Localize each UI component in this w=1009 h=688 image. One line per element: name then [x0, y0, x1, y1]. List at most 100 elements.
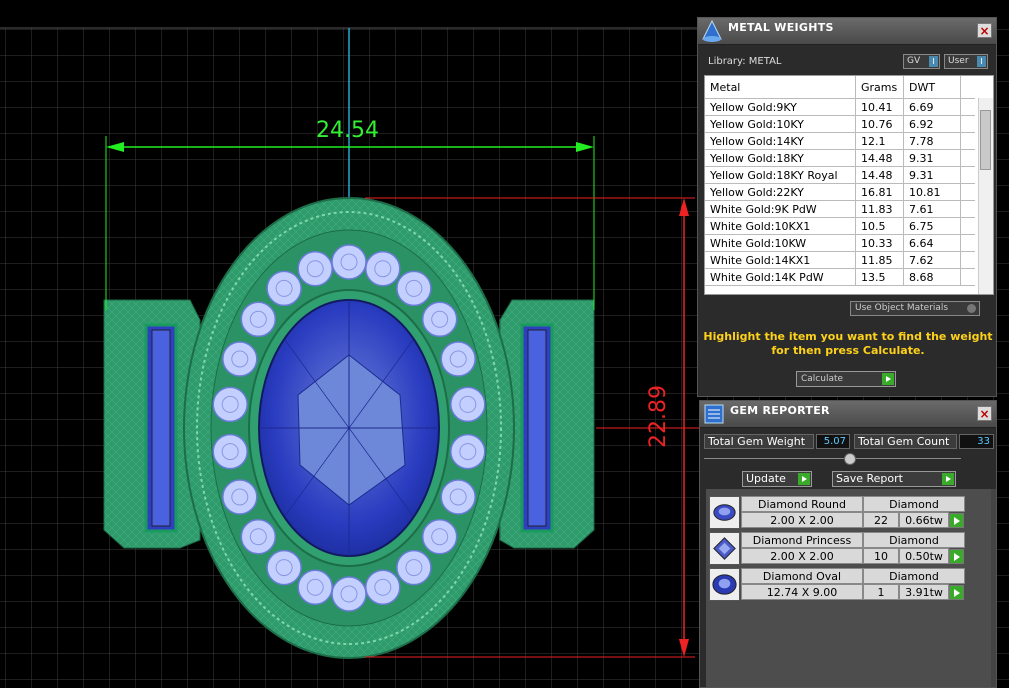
- user-toggle[interactable]: User I: [944, 54, 988, 69]
- table-row[interactable]: Yellow Gold:18KY Royal 14.48 9.31: [705, 166, 975, 184]
- close-icon[interactable]: ×: [977, 23, 992, 38]
- dwt-cell: 6.75: [903, 217, 961, 235]
- table-row[interactable]: White Gold:10KX1 10.5 6.75: [705, 217, 975, 235]
- metal-table: Metal Grams DWT Yellow Gold:9KY 10.41 6.69…: [704, 75, 994, 295]
- table-row[interactable]: White Gold:9K PdW 11.83 7.61: [705, 200, 975, 218]
- halo-diamond: [440, 341, 476, 377]
- gem-size: 12.74 X 9.00: [741, 584, 863, 600]
- dwt-cell: 7.61: [903, 200, 961, 218]
- halo-diamond: [331, 576, 367, 612]
- column-header-grams[interactable]: Grams: [855, 76, 904, 99]
- grams-cell: 10.5: [855, 217, 904, 235]
- metal-cell: White Gold:9K PdW: [705, 200, 856, 218]
- gem-go-button[interactable]: [949, 513, 964, 528]
- metal-weights-titlebar[interactable]: METAL WEIGHTS ×: [698, 18, 996, 45]
- gem-go-button[interactable]: [949, 549, 964, 564]
- metal-cell: White Gold:14KX1: [705, 251, 856, 269]
- save-report-button[interactable]: Save Report: [832, 471, 956, 487]
- table-row[interactable]: White Gold:10KW 10.33 6.64: [705, 234, 975, 252]
- close-icon[interactable]: ×: [977, 406, 992, 421]
- metal-cell: Yellow Gold:10KY: [705, 115, 856, 133]
- table-row[interactable]: White Gold:14K PdW 13.5 8.68: [705, 268, 975, 286]
- center-oval-stone: [258, 299, 440, 557]
- metal-weights-title: METAL WEIGHTS: [728, 21, 834, 34]
- gem-reporter-title: GEM REPORTER: [730, 404, 830, 417]
- grams-cell: 14.48: [855, 166, 904, 184]
- calculate-button[interactable]: Calculate: [796, 371, 896, 387]
- use-object-materials-toggle[interactable]: Use Object Materials: [850, 301, 980, 316]
- gem-list: Diamond Round Diamond 2.00 X 2.00 22 0.66tw D…: [706, 489, 991, 687]
- divider-slider[interactable]: [704, 458, 961, 459]
- metal-cell: Yellow Gold:18KY: [705, 149, 856, 167]
- table-row[interactable]: White Gold:14KX1 11.85 7.62: [705, 251, 975, 269]
- halo-diamond: [212, 386, 248, 423]
- table-row[interactable]: Yellow Gold:14KY 12.1 7.78: [705, 132, 975, 150]
- halo-diamond: [240, 518, 277, 555]
- gem-count: 1: [863, 584, 899, 600]
- gem-row[interactable]: Diamond Oval Diamond 12.74 X 9.00 1 3.91tw: [709, 568, 971, 601]
- grams-cell: 11.85: [855, 251, 904, 269]
- gv-label: GV: [907, 56, 921, 66]
- column-spacer: [960, 76, 975, 99]
- gv-toggle[interactable]: GV I: [903, 54, 940, 69]
- row-spacer: [960, 183, 975, 201]
- halo-diamond: [365, 250, 401, 287]
- grams-cell: 10.41: [855, 98, 904, 116]
- dwt-cell: 6.92: [903, 115, 961, 133]
- gem-count: 22: [863, 512, 899, 528]
- dwt-cell: 8.68: [903, 268, 961, 286]
- scrollbar-thumb[interactable]: [980, 110, 991, 170]
- row-spacer: [960, 217, 975, 235]
- save-report-label: Save Report: [836, 472, 903, 485]
- dwt-cell: 9.31: [903, 149, 961, 167]
- halo-diamond: [421, 301, 458, 338]
- collapse-handle-icon[interactable]: [844, 453, 856, 465]
- row-spacer: [960, 166, 975, 184]
- halo-diamond: [222, 341, 258, 377]
- total-gem-count-label: Total Gem Count: [854, 434, 957, 449]
- dwt-cell: 6.69: [903, 98, 961, 116]
- row-spacer: [960, 251, 975, 269]
- gem-size: 2.00 X 2.00: [741, 548, 863, 564]
- total-gem-weight-value: 5.07: [816, 434, 850, 449]
- play-arrow-icon: [882, 373, 894, 385]
- column-header-dwt[interactable]: DWT: [903, 76, 961, 99]
- column-header-metal[interactable]: Metal: [705, 76, 856, 99]
- halo-diamond: [396, 270, 432, 307]
- round-gem-icon: [709, 496, 740, 529]
- update-button[interactable]: Update: [742, 471, 812, 487]
- height-dimension-label: 22.89: [646, 385, 671, 448]
- gem-name: Diamond Round: [741, 496, 863, 512]
- dwt-cell: 9.31: [903, 166, 961, 184]
- halo-diamond: [450, 386, 486, 423]
- gem-reporter-titlebar[interactable]: GEM REPORTER ×: [700, 401, 996, 428]
- gem-go-button[interactable]: [949, 585, 964, 600]
- table-row[interactable]: Yellow Gold:10KY 10.76 6.92: [705, 115, 975, 133]
- metal-cell: Yellow Gold:14KY: [705, 132, 856, 150]
- halo-diamond: [421, 518, 458, 555]
- library-label: Library: METAL: [708, 56, 782, 67]
- table-row[interactable]: Yellow Gold:18KY 14.48 9.31: [705, 149, 975, 167]
- row-spacer: [960, 149, 975, 167]
- halo-diamond: [240, 301, 277, 338]
- halo-diamond: [331, 244, 367, 280]
- gem-report-icon: [704, 404, 724, 424]
- gem-reporter-panel: GEM REPORTER × Total Gem Weight 5.07 Tot…: [699, 400, 997, 688]
- halo-diamond: [297, 569, 333, 606]
- metal-table-scrollbar[interactable]: [978, 98, 993, 294]
- total-gem-count-value: 33: [959, 434, 994, 449]
- gem-name: Diamond Oval: [741, 568, 863, 584]
- gem-material: Diamond: [863, 568, 965, 584]
- gem-material: Diamond: [863, 496, 965, 512]
- row-spacer: [960, 132, 975, 150]
- table-row[interactable]: Yellow Gold:22KY 16.81 10.81: [705, 183, 975, 201]
- grams-cell: 10.33: [855, 234, 904, 252]
- gem-row[interactable]: Diamond Round Diamond 2.00 X 2.00 22 0.66tw: [709, 496, 971, 529]
- table-row[interactable]: Yellow Gold:9KY 10.41 6.69: [705, 98, 975, 116]
- halo-diamond: [365, 569, 401, 606]
- gem-row[interactable]: Diamond Princess Diamond 2.00 X 2.00 10 0.50…: [709, 532, 971, 565]
- metal-cell: Yellow Gold:9KY: [705, 98, 856, 116]
- play-arrow-icon: [798, 473, 810, 485]
- instruction-text: Highlight the item you want to find the …: [703, 330, 993, 357]
- grams-cell: 11.83: [855, 200, 904, 218]
